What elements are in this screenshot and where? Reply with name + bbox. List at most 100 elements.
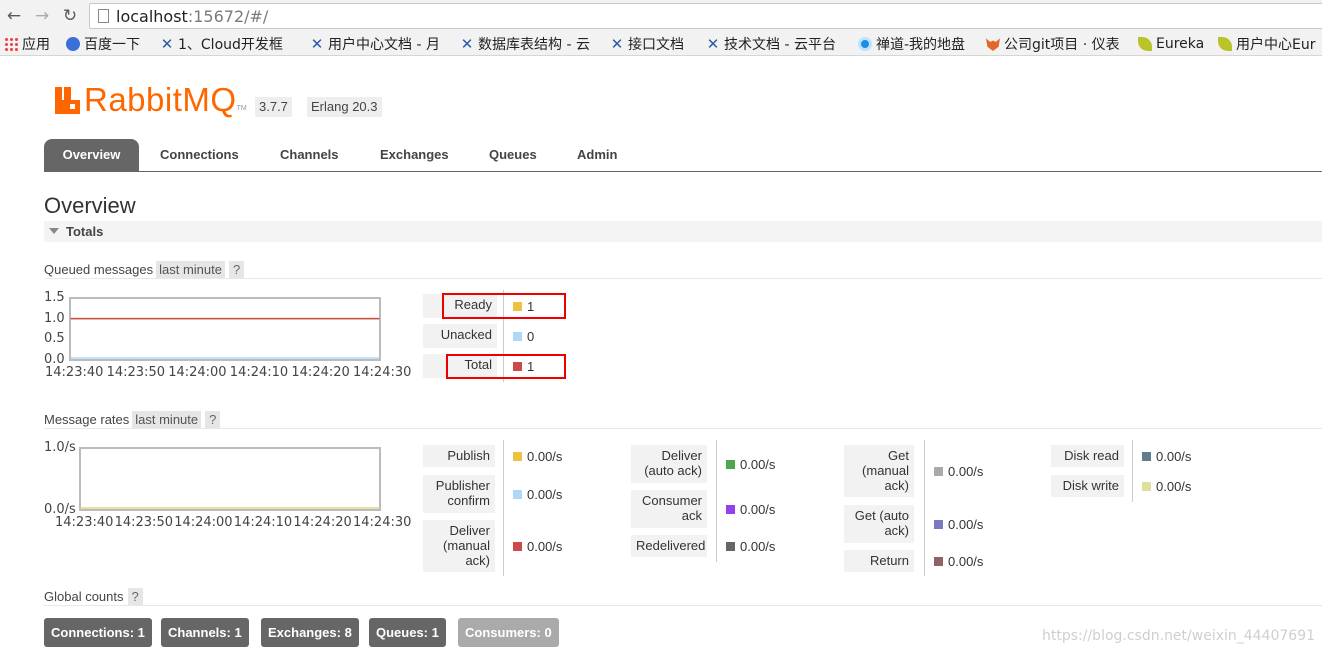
bookmark-label: 百度一下 bbox=[84, 37, 140, 53]
metric-label: Deliver (auto ack) bbox=[631, 445, 707, 483]
logo-tm: TM bbox=[236, 105, 247, 112]
metric-value-text: 0.00/s bbox=[527, 486, 563, 502]
metric-label: Get (manual ack) bbox=[844, 445, 914, 497]
tab-admin[interactable]: Admin bbox=[577, 139, 617, 171]
bookmark-item[interactable]: 百度一下 bbox=[66, 35, 140, 53]
bookmark-item[interactable]: 禅道-我的地盘 bbox=[858, 35, 965, 53]
queued-help-button[interactable]: ? bbox=[229, 260, 245, 278]
bookmark-label: 公司git项目 · 仪表 bbox=[1004, 37, 1120, 53]
data-point bbox=[193, 318, 195, 320]
metric-label: Return bbox=[844, 550, 914, 572]
back-arrow-icon[interactable]: ← bbox=[4, 6, 24, 26]
x-tick-label: 14:24:00 bbox=[174, 515, 233, 530]
data-point bbox=[70, 357, 72, 359]
queued-messages-chart: 1.5 1.0 0.5 0.0 14:23:40 14:23:50 14:24:00 14:2… bbox=[44, 290, 411, 382]
x-tick-label: 14:24:30 bbox=[353, 515, 412, 530]
metric-label: Deliver (manual ack) bbox=[423, 520, 495, 572]
data-point bbox=[318, 507, 320, 509]
exchanges-count-button[interactable]: Exchanges: 8 bbox=[261, 618, 359, 647]
tab-queues[interactable]: Queues bbox=[489, 139, 537, 171]
bookmark-item[interactable]: ✕ 数据库表结构 - 云 bbox=[460, 35, 590, 54]
bookmarks-bar: 应用 百度一下 ✕ 1、Cloud开发框 ✕ 用户中心文档 - 月 ✕ 数据库表结构 - 云 ✕… bbox=[0, 32, 1322, 56]
y-tick-label: 1.5 bbox=[44, 290, 65, 305]
x-tick-label: 14:24:00 bbox=[168, 365, 227, 380]
highlight-total-box bbox=[446, 354, 566, 379]
totals-section-title: Totals bbox=[66, 224, 104, 239]
connections-count-button[interactable]: Connections: 1 bbox=[44, 618, 152, 647]
queued-messages-heading: Queued messages last minute ? bbox=[44, 260, 245, 278]
confluence-x-icon: ✕ bbox=[160, 35, 174, 53]
legend-swatch-icon bbox=[726, 541, 735, 551]
metric-value: 0.00/s bbox=[726, 538, 775, 554]
bookmark-item[interactable]: ✕ 接口文档 bbox=[610, 35, 684, 54]
channels-count-button[interactable]: Channels: 1 bbox=[161, 618, 249, 647]
page-title: Overview bbox=[44, 193, 136, 218]
metric-value-text: 0 bbox=[527, 328, 535, 344]
plot-frame bbox=[69, 297, 381, 361]
tab-overview[interactable]: Overview bbox=[44, 139, 139, 171]
legend-swatch-icon bbox=[513, 541, 522, 551]
metric-value: 0.00/s bbox=[726, 501, 775, 517]
metric-label: Redelivered bbox=[631, 535, 707, 557]
metric-label: Disk write bbox=[1051, 475, 1124, 497]
metric-value-text: 0.00/s bbox=[527, 448, 563, 464]
legend-swatch-icon bbox=[1142, 451, 1151, 461]
metric-value-text: 0.00/s bbox=[740, 538, 776, 554]
metric-value: 0.00/s bbox=[1142, 448, 1191, 464]
data-point bbox=[193, 357, 195, 359]
plot-frame bbox=[79, 447, 381, 511]
x-tick-label: 14:23:40 bbox=[45, 365, 104, 380]
legend-swatch-icon bbox=[1142, 481, 1151, 491]
legend-swatch-icon bbox=[934, 466, 943, 476]
bookmark-item[interactable]: 应用 bbox=[4, 35, 50, 53]
metric-label: Publisher confirm bbox=[423, 475, 495, 513]
address-bar[interactable]: localhost:15672/#/ bbox=[89, 3, 1322, 29]
bookmark-label: 数据库表结构 - 云 bbox=[478, 37, 590, 53]
browser-toolbar: ← → ↻ localhost:15672/#/ bbox=[0, 0, 1322, 32]
metric-value: 0.00/s bbox=[934, 553, 983, 569]
reload-icon[interactable]: ↻ bbox=[60, 6, 80, 26]
rates-range-selector[interactable]: last minute bbox=[132, 410, 202, 428]
message-rates-heading: Message rates last minute ? bbox=[44, 410, 221, 428]
data-point bbox=[199, 507, 201, 509]
totals-section-toggle[interactable]: Totals bbox=[44, 221, 1322, 242]
url-text: localhost:15672/#/ bbox=[116, 7, 269, 26]
x-tick-label: 14:24:20 bbox=[293, 515, 352, 530]
queues-count-button[interactable]: Queues: 1 bbox=[369, 618, 446, 647]
metric-value-text: 0.00/s bbox=[948, 516, 984, 532]
watermark: https://blog.csdn.net/weixin_44407691 bbox=[1042, 628, 1316, 644]
bookmark-item[interactable]: 用户中心Eur bbox=[1218, 35, 1315, 53]
metric-value-text: 0.00/s bbox=[948, 463, 984, 479]
metric-value-text: 0.00/s bbox=[740, 501, 776, 517]
rabbitmq-logo[interactable]: RabbitMQ TM bbox=[55, 81, 247, 118]
bookmark-item[interactable]: ✕ 技术文档 - 云平台 bbox=[706, 35, 836, 54]
data-point bbox=[140, 507, 142, 509]
bookmark-item[interactable]: 公司git项目 · 仪表 bbox=[986, 35, 1120, 53]
metric-label: Unacked bbox=[423, 324, 497, 348]
metric-value: 0.00/s bbox=[513, 448, 562, 464]
global-help-button[interactable]: ? bbox=[127, 587, 143, 605]
tab-exchanges[interactable]: Exchanges bbox=[380, 139, 449, 171]
bookmark-item[interactable]: Eureka bbox=[1138, 35, 1204, 53]
metric-value: 0.00/s bbox=[726, 456, 775, 472]
data-point bbox=[316, 318, 318, 320]
confluence-x-icon: ✕ bbox=[610, 35, 624, 53]
rates-help-button[interactable]: ? bbox=[205, 410, 221, 428]
metric-value-text: 0.00/s bbox=[740, 456, 776, 472]
bookmark-item[interactable]: ✕ 用户中心文档 - 月 bbox=[310, 35, 440, 54]
legend-swatch-icon bbox=[726, 459, 735, 469]
metric-label: Consumer ack bbox=[631, 490, 707, 528]
metric-label: Disk read bbox=[1051, 445, 1124, 467]
leaf-icon bbox=[1138, 37, 1152, 51]
tab-channels[interactable]: Channels bbox=[280, 139, 339, 171]
data-point bbox=[259, 507, 261, 509]
consumers-count-button[interactable]: Consumers: 0 bbox=[458, 618, 559, 647]
legend-swatch-icon bbox=[934, 519, 943, 529]
legend-swatch-icon bbox=[513, 331, 522, 341]
data-point bbox=[80, 507, 82, 509]
forward-arrow-icon[interactable]: → bbox=[32, 6, 52, 26]
message-rates-label: Message rates bbox=[44, 411, 130, 427]
tab-connections[interactable]: Connections bbox=[160, 139, 239, 171]
bookmark-item[interactable]: ✕ 1、Cloud开发框 bbox=[160, 35, 283, 54]
queued-range-selector[interactable]: last minute bbox=[156, 260, 225, 278]
